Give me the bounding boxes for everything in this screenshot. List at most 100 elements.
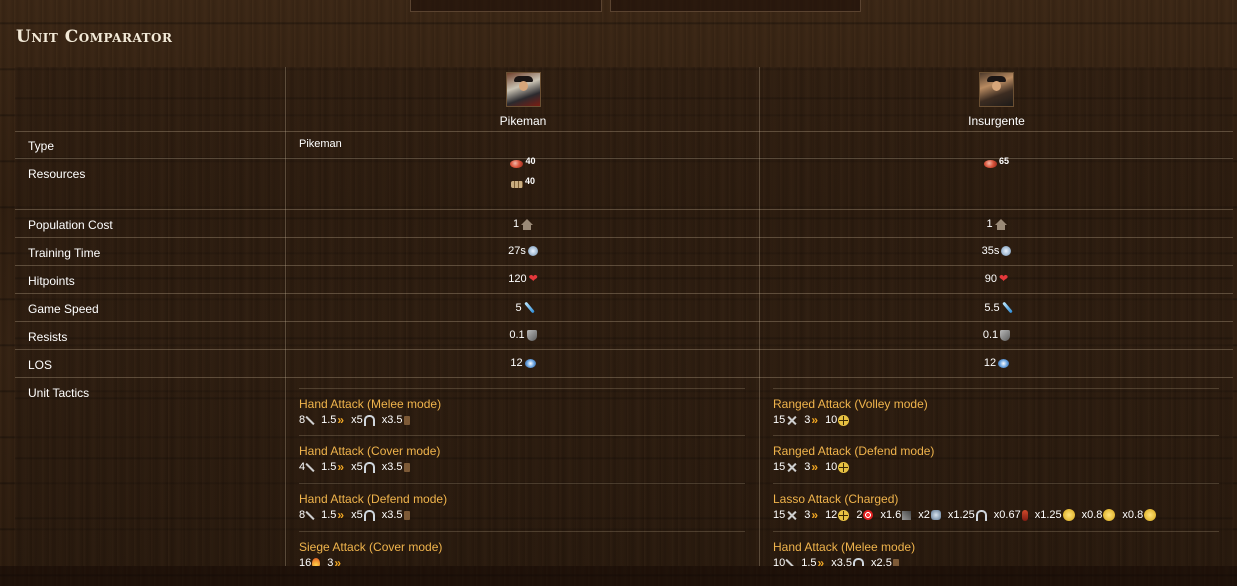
tactic-stats: 16 3» [299, 556, 745, 566]
value-text: 35s [981, 245, 1000, 257]
hitpoints-value: 90 ❤ [760, 273, 1233, 285]
horseshoe-icon [853, 557, 865, 566]
unit-column-insurgente: Insurgente [760, 67, 1233, 131]
crossed-swords-icon [786, 510, 797, 521]
tactic-name: Siege Attack (Cover mode) [299, 540, 443, 554]
cavalry-icon [930, 510, 941, 520]
boot-icon [892, 558, 899, 566]
range-icon [838, 509, 850, 521]
multiplier-value: x1.25 [1034, 509, 1062, 521]
boot-icon [403, 462, 410, 472]
multiplier-value: x0.67 [993, 509, 1021, 521]
damage-value: 8 [299, 509, 306, 521]
crossed-swords-icon [786, 415, 797, 426]
horseshoe-icon [363, 509, 375, 521]
rof-value: 3 [804, 461, 811, 473]
row-label: Hitpoints [28, 274, 75, 288]
horseshoe-icon [363, 461, 375, 473]
row-label: Training Time [28, 246, 101, 260]
food-icon [510, 160, 524, 168]
boot-icon [403, 415, 410, 425]
row-label: LOS [28, 358, 53, 372]
value-text: 90 [984, 273, 998, 285]
value-text: 27s [508, 245, 526, 257]
resists-value: 0.1 [760, 329, 1233, 341]
range-value: 10 [825, 414, 838, 426]
pikeman-portrait[interactable] [505, 72, 541, 107]
multiplier-value: x3.5 [381, 461, 403, 473]
value-text: 0.1 [982, 329, 999, 341]
boot-icon [403, 510, 410, 520]
hitpoints-value: 120 ❤ [286, 273, 760, 285]
damage-value: 10 [773, 557, 786, 566]
food-cost: 65 [760, 156, 1233, 168]
tactic-entry: Siege Attack (Cover mode) 16 3» [299, 531, 745, 566]
rof-value: 3 [327, 557, 334, 566]
population-value: 1 [760, 218, 1233, 230]
damage-value: 8 [299, 414, 306, 426]
value-text: 5.5 [984, 301, 1000, 314]
tactic-entry: Hand Attack (Melee mode) 8 1.5» x5 x3.5 [299, 388, 745, 427]
value-text: 12 [510, 357, 523, 369]
row-label: Resists [28, 330, 68, 344]
rate-of-fire-icon: » [334, 556, 340, 566]
row-label: Type [28, 139, 55, 153]
tactic-name: Hand Attack (Melee mode) [299, 397, 442, 411]
rof-value: 1.5 [321, 509, 337, 521]
tactic-stats: 8 1.5» x5 x3.5 [299, 508, 745, 522]
tactic-entry: Ranged Attack (Volley mode) 15 3» 10 [773, 388, 1219, 427]
damage-value: 16 [299, 557, 312, 566]
rof-value: 1.5 [321, 461, 337, 473]
wood-amount: 40 [524, 176, 535, 186]
horseshoe-icon [975, 509, 987, 521]
multiplier-value: x3.5 [831, 557, 853, 566]
tactic-stats: 4 1.5» x5 x3.5 [299, 460, 745, 474]
rate-of-fire-icon: » [337, 460, 343, 474]
tactic-entry: Hand Attack (Melee mode) 10 1.5» x3.5 x2… [773, 531, 1219, 566]
multiplier-value: x5 [351, 461, 363, 473]
speed-value: 5.5 [760, 301, 1233, 314]
food-icon [983, 160, 997, 168]
unit-name: Pikeman [499, 114, 547, 128]
multiplier-value: x5 [351, 414, 363, 426]
eye-icon [524, 358, 536, 368]
multiplier-value: x2 [918, 509, 930, 521]
training-value: 35s [760, 245, 1233, 257]
damage-value: 4 [299, 461, 306, 473]
damage-value: 15 [773, 509, 786, 521]
multiplier-value: x1.6 [880, 509, 902, 521]
hitpoints-row: Hitpoints 120 ❤ 90 ❤ [15, 266, 1233, 294]
coin-icon [1103, 509, 1116, 521]
rate-of-fire-icon: » [337, 413, 343, 427]
fire-icon [312, 558, 321, 566]
training-row: Training Time 27s 35s [15, 238, 1233, 266]
speed-icon [1001, 301, 1013, 314]
shield-icon [1000, 329, 1011, 341]
range-value: 10 [825, 461, 838, 473]
top-tab[interactable] [610, 0, 861, 12]
coin-icon [1144, 509, 1157, 521]
row-label: Game Speed [28, 302, 99, 316]
range-icon [838, 461, 850, 473]
food-amount: 40 [525, 155, 536, 166]
multiplier-value: x2.5 [871, 557, 892, 566]
sword-icon [305, 510, 315, 520]
rof-value: 3 [804, 414, 811, 426]
los-value: 12 [760, 357, 1233, 369]
tactic-entry: Ranged Attack (Defend mode) 15 3» 10 [773, 435, 1219, 474]
los-row: LOS 12 12 [15, 350, 1233, 378]
food-amount: 65 [998, 155, 1009, 166]
house-icon [994, 219, 1007, 230]
tactic-name: Hand Attack (Defend mode) [299, 492, 448, 506]
top-tab[interactable] [410, 0, 602, 12]
row-label: Unit Tactics [28, 386, 90, 400]
type-row: Type Pikeman [15, 131, 1233, 159]
tactic-name: Hand Attack (Cover mode) [299, 444, 441, 458]
unit-name: Insurgente [968, 114, 1025, 128]
value-text: 120 [508, 273, 527, 285]
rof-value: 3 [804, 509, 811, 521]
insurgente-portrait[interactable] [979, 72, 1014, 107]
target-icon [863, 510, 874, 520]
row-label: Population Cost [28, 218, 113, 232]
range-value: 12 [825, 509, 838, 521]
